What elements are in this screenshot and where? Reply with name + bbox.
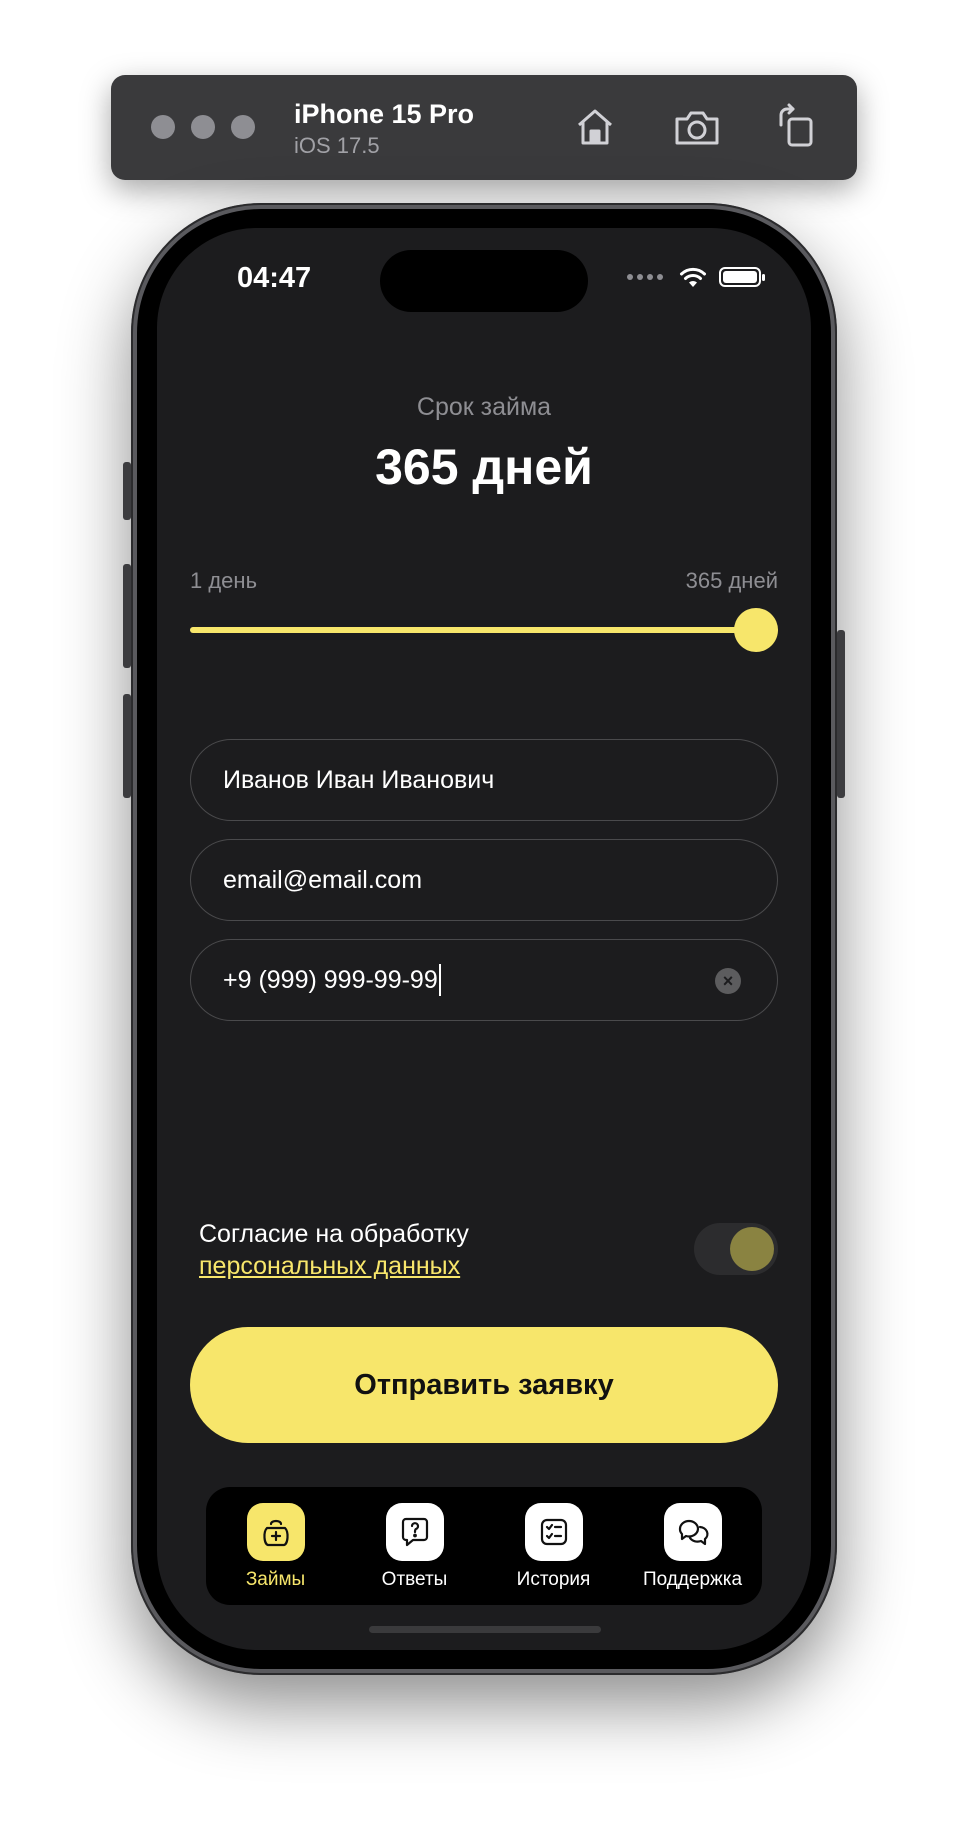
action-button — [123, 462, 131, 520]
screenshot-icon[interactable] — [673, 103, 721, 151]
submit-application-button[interactable]: Отправить заявку — [190, 1327, 778, 1443]
volume-down-button — [123, 694, 131, 798]
simulator-toolbar: iPhone 15 Pro iOS 17.5 — [111, 75, 857, 180]
tab-bar: Займы Ответы История Поддержка — [206, 1487, 762, 1605]
phone-input[interactable]: +9 (999) 999-99-99 — [223, 966, 438, 995]
loan-term-slider[interactable] — [190, 608, 778, 652]
consent-toggle[interactable] — [694, 1223, 778, 1275]
tab-history[interactable]: История — [484, 1487, 623, 1605]
os-version: iOS 17.5 — [294, 133, 380, 158]
wifi-icon — [680, 267, 706, 287]
full-name-input[interactable] — [223, 765, 745, 795]
slider-thumb[interactable] — [734, 608, 778, 652]
loan-term-label: Срок займа — [416, 393, 552, 421]
tab-label: Ответы — [381, 1569, 448, 1590]
question-bubble-icon — [385, 1503, 444, 1561]
status-icons — [627, 266, 765, 288]
close-window-button[interactable] — [151, 115, 175, 139]
full-name-field[interactable] — [190, 739, 778, 821]
checklist-icon — [524, 1503, 583, 1561]
text-caret — [438, 964, 441, 996]
app-screen: 04:47 Срок займа 365 дней 1 день 365 дне… — [157, 228, 811, 1650]
loan-bag-icon — [246, 1503, 305, 1561]
email-field[interactable] — [190, 839, 778, 921]
support-chat-icon — [663, 1503, 722, 1561]
consent-text: Согласие на обработку — [199, 1220, 469, 1248]
personal-data-link[interactable]: персональных данных — [199, 1250, 469, 1282]
tab-support[interactable]: Поддержка — [623, 1487, 762, 1605]
loan-term-value: 365 дней — [375, 439, 593, 495]
device-name: iPhone 15 Pro — [294, 99, 475, 129]
window-controls — [151, 115, 255, 139]
consent-block: Согласие на обработку персональных данны… — [199, 1218, 469, 1282]
volume-up-button — [123, 564, 131, 668]
home-indicator — [369, 1626, 601, 1633]
clear-icon[interactable]: × — [715, 968, 741, 994]
slider-max-label: 365 дней — [685, 568, 778, 593]
status-time: 04:47 — [237, 262, 312, 294]
tab-answers[interactable]: Ответы — [345, 1487, 484, 1605]
zoom-window-button[interactable] — [231, 115, 255, 139]
email-input[interactable] — [223, 865, 745, 895]
toggle-knob — [730, 1227, 774, 1271]
tab-label: Займы — [245, 1569, 306, 1590]
phone-field[interactable]: +9 (999) 999-99-99 × — [190, 939, 778, 1021]
signal-icon — [627, 274, 663, 280]
rotate-icon[interactable] — [771, 103, 819, 151]
battery-icon — [719, 267, 765, 287]
tab-loans[interactable]: Займы — [206, 1487, 345, 1605]
dynamic-island — [380, 250, 588, 312]
tab-label: Поддержка — [642, 1569, 743, 1590]
tab-label: История — [516, 1569, 591, 1590]
power-button — [837, 630, 845, 798]
slider-min-label: 1 день — [190, 568, 258, 593]
slider-fill — [190, 627, 778, 633]
minimize-window-button[interactable] — [191, 115, 215, 139]
home-icon[interactable] — [571, 103, 619, 151]
